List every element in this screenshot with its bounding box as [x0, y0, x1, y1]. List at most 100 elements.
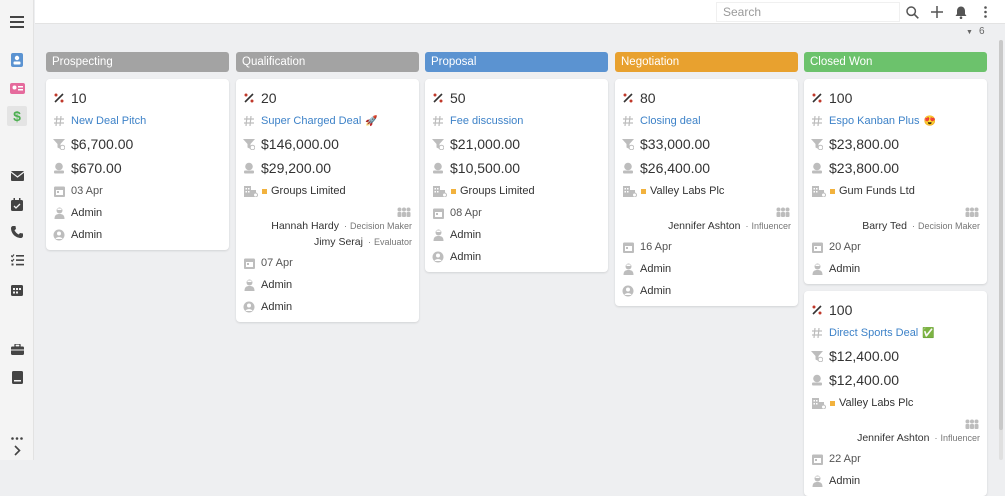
kebab-menu-icon[interactable]	[976, 3, 994, 21]
opportunity-name-text[interactable]: Super Charged Deal	[261, 115, 361, 127]
probability-row: 80	[622, 88, 791, 108]
opportunity-name-text[interactable]: Closing deal	[640, 115, 701, 127]
chevron-right-icon[interactable]	[7, 440, 27, 460]
opportunity-name-text[interactable]: Direct Sports Deal	[829, 327, 918, 339]
probability-row-text: 100	[829, 90, 853, 106]
account-name[interactable]: Valley Labs Plc	[839, 397, 913, 409]
contact-card-icon[interactable]	[7, 50, 27, 70]
contacts-icon	[964, 416, 980, 430]
column-header[interactable]: Negotiation	[615, 52, 798, 72]
percent-icon	[53, 92, 65, 104]
amount-row: $12,400.00	[811, 346, 980, 366]
opportunity-name-text[interactable]: New Deal Pitch	[71, 115, 146, 127]
search-input[interactable]	[716, 2, 900, 22]
top-navbar	[35, 0, 1005, 24]
close-date-row: 16 Apr	[622, 238, 791, 256]
contacts-header	[811, 416, 980, 430]
calendar-icon	[53, 185, 65, 197]
contact-name[interactable]: Hannah Hardy	[271, 220, 339, 232]
team-user-row: Admin	[622, 282, 791, 300]
contact-name[interactable]: Jennifer Ashton	[668, 220, 740, 232]
assigned-user-row-text: Admin	[261, 279, 293, 291]
calendar-icon[interactable]	[7, 279, 27, 299]
opportunity-card[interactable]: 20 Super Charged Deal 🚀 $146,000.00 $29,200.…	[236, 79, 419, 322]
plus-icon[interactable]	[928, 3, 946, 21]
opportunity-card[interactable]: 50 Fee discussion $21,000.00 $10,500.00 Grou…	[425, 79, 608, 272]
probability-row-text: 20	[261, 90, 277, 106]
emoji-badge: 🚀	[365, 115, 378, 127]
column-header[interactable]: Closed Won	[804, 52, 987, 72]
account-row: Groups Limited	[243, 182, 412, 200]
column-header[interactable]: Prospecting	[46, 52, 229, 72]
dollar-icon[interactable]: $	[7, 106, 27, 126]
scrollbar-thumb[interactable]	[999, 40, 1003, 430]
contact-name[interactable]: Jimy Seraj	[314, 236, 363, 248]
amount-row: $21,000.00	[432, 134, 601, 154]
column-header[interactable]: Proposal	[425, 52, 608, 72]
amount-row-text: $6,700.00	[71, 136, 134, 152]
emoji-badge: ✅	[922, 327, 935, 339]
weighted-amount-icon	[811, 162, 823, 174]
kanban-column-prospecting: Prospecting 10 New Deal Pitch $6,700.00 $670…	[46, 52, 229, 250]
percent-icon	[622, 92, 634, 104]
envelope-icon[interactable]	[7, 166, 27, 186]
account-name[interactable]: Groups Limited	[460, 185, 535, 197]
calendar-icon	[811, 241, 823, 253]
close-date-row-text: 08 Apr	[450, 207, 482, 219]
lead-card-icon[interactable]	[7, 78, 27, 98]
opportunity-name: New Deal Pitch	[53, 112, 222, 130]
opportunity-name-text[interactable]: Espo Kanban Plus	[829, 115, 920, 127]
team-user-row: Admin	[243, 298, 412, 316]
amount-row: $23,800.00	[811, 134, 980, 154]
hash-icon	[53, 115, 65, 127]
assigned-user-row: Admin	[243, 276, 412, 294]
contact-separator: ·	[911, 221, 915, 231]
amount-icon	[53, 138, 65, 150]
account-icon	[622, 185, 637, 197]
briefcase-icon[interactable]	[7, 339, 27, 359]
account-name[interactable]: Gum Funds Ltd	[839, 185, 915, 197]
amount-icon	[243, 138, 255, 150]
close-date-row-text: 16 Apr	[640, 241, 672, 253]
account-row: Groups Limited	[432, 182, 601, 200]
assigned-user-icon	[432, 229, 444, 241]
calendar-check-icon[interactable]	[7, 194, 27, 214]
menu-icon[interactable]	[7, 12, 27, 32]
team-user-row-text: Admin	[71, 229, 103, 241]
contact-name[interactable]: Jennifer Ashton	[857, 432, 929, 444]
close-date-row-text: 22 Apr	[829, 453, 861, 465]
account-name[interactable]: Valley Labs Plc	[650, 185, 724, 197]
contact-role: Influencer	[940, 433, 980, 443]
search-icon[interactable]	[903, 3, 921, 21]
amount-icon	[432, 138, 444, 150]
contact-separator: ·	[934, 433, 938, 443]
bell-icon[interactable]	[952, 3, 970, 21]
kanban-column-negotiation: Negotiation 80 Closing deal $33,000.00 $26,4…	[615, 52, 798, 306]
account-badge	[830, 400, 835, 406]
book-icon[interactable]	[7, 367, 27, 387]
account-badge	[830, 188, 835, 194]
team-user-row: Admin	[432, 248, 601, 266]
column-header[interactable]: Qualification	[236, 52, 419, 72]
opportunity-card[interactable]: 10 New Deal Pitch $6,700.00 $670.00 03 Apr Ad…	[46, 79, 229, 250]
weighted-amount-row: $670.00	[53, 158, 222, 178]
opportunity-card[interactable]: 100 Direct Sports Deal ✅ $12,400.00 $12,400.…	[804, 291, 987, 496]
probability-row: 100	[811, 300, 980, 320]
assigned-user-row-text: Admin	[829, 475, 861, 487]
assigned-user-row-text: Admin	[71, 207, 103, 219]
contact-name[interactable]: Barry Ted	[862, 220, 907, 232]
account-row: Valley Labs Plc	[622, 182, 791, 200]
task-list-icon[interactable]	[7, 250, 27, 270]
opportunity-name-text[interactable]: Fee discussion	[450, 115, 523, 127]
record-count[interactable]: ▼ 6	[966, 26, 985, 37]
weighted-amount-row: $29,200.00	[243, 158, 412, 178]
probability-row-text: 10	[71, 90, 87, 106]
opportunity-name: Closing deal	[622, 112, 791, 130]
amount-row: $33,000.00	[622, 134, 791, 154]
opportunity-card[interactable]: 100 Espo Kanban Plus 😍 $23,800.00 $23,800.00…	[804, 79, 987, 284]
account-name[interactable]: Groups Limited	[271, 185, 346, 197]
assigned-user-row: Admin	[811, 260, 980, 278]
opportunity-card[interactable]: 80 Closing deal $33,000.00 $26,400.00 Valley…	[615, 79, 798, 306]
phone-icon[interactable]	[7, 222, 27, 242]
weighted-amount-row: $10,500.00	[432, 158, 601, 178]
